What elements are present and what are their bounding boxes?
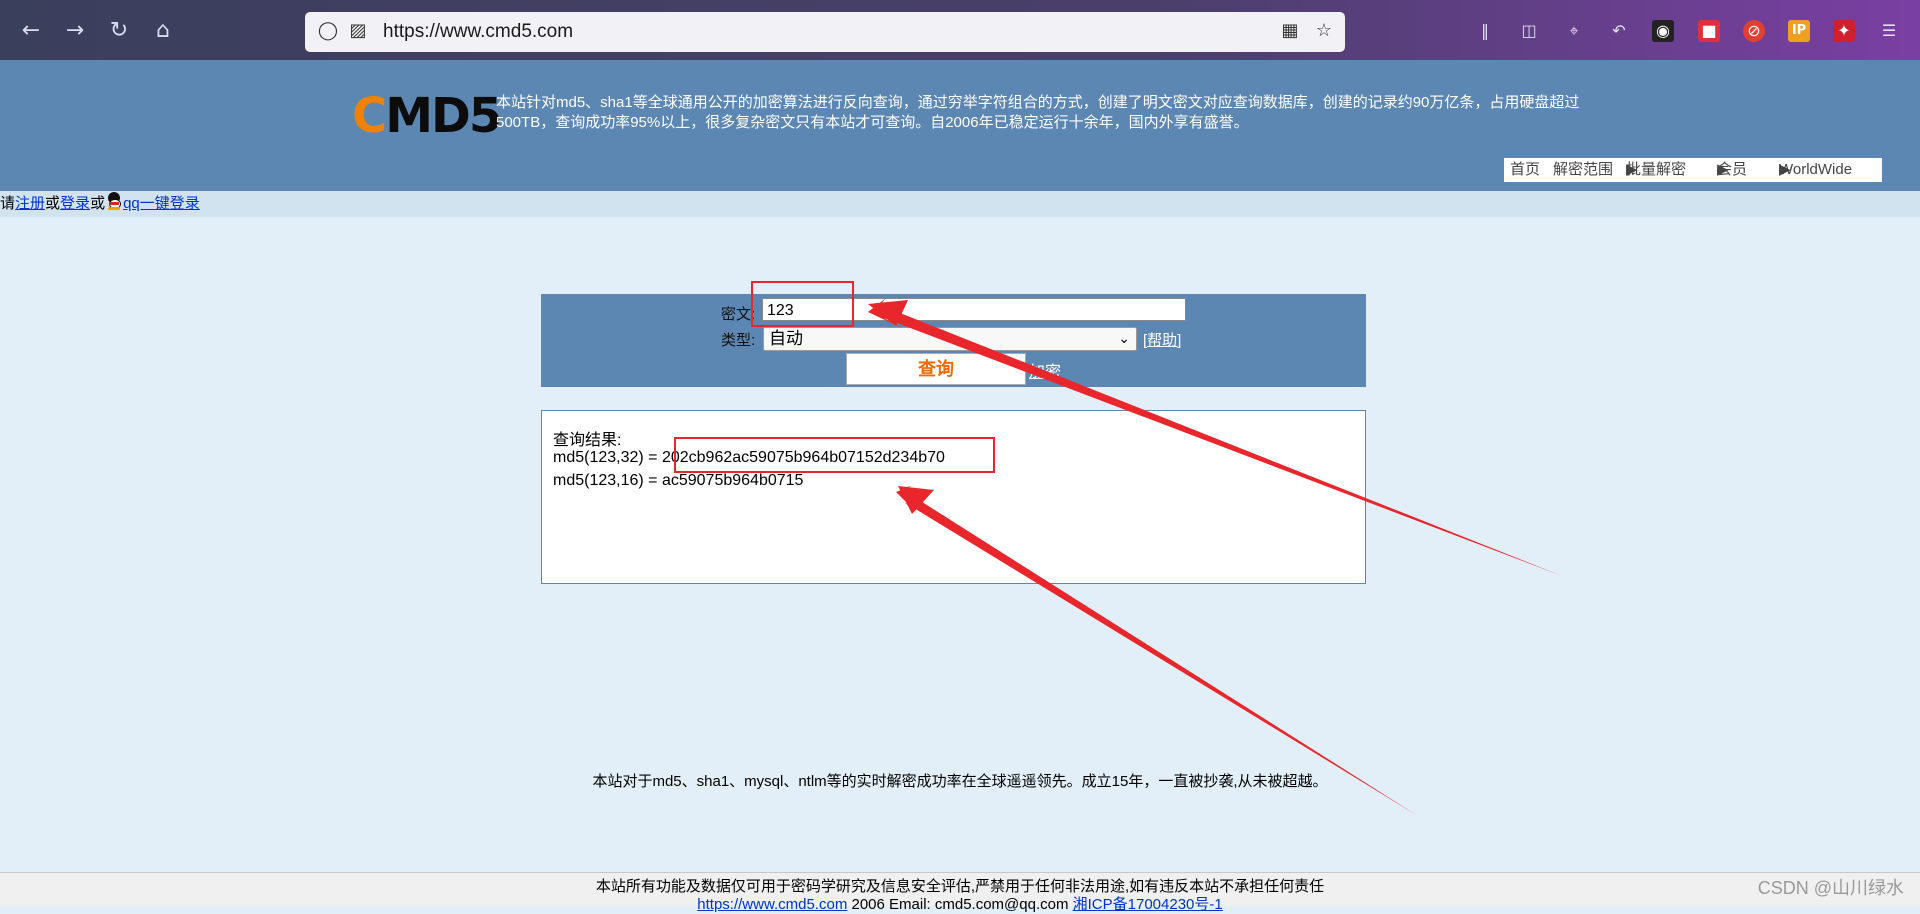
star-icon[interactable]: ☆	[1313, 20, 1335, 42]
footer: 本站所有功能及数据仅可用于密码学研究及信息安全评估,严禁用于任何非法用途,如有违…	[0, 872, 1920, 913]
caret-right-icon: ▶	[1717, 161, 1729, 178]
watermark: CSDN @山川绿水	[1757, 878, 1904, 898]
result-title: 查询结果:	[553, 432, 622, 449]
encrypt-link[interactable]: 加密	[1029, 358, 1061, 382]
caret-right-icon: ▶	[1626, 161, 1638, 178]
extension-icon[interactable]: ✦	[1833, 20, 1855, 42]
menu-icon[interactable]: ☰	[1878, 20, 1900, 42]
login-bar: 请注册或登录或 qq一键登录	[0, 191, 1920, 217]
help-link[interactable]: [帮助]	[1143, 329, 1181, 350]
back-icon[interactable]: ←	[18, 18, 44, 44]
type-label: 类型:	[721, 332, 756, 349]
extension-icon[interactable]: ■	[1698, 20, 1720, 42]
extension-icon[interactable]: ⊘	[1743, 20, 1765, 42]
caret-right-icon: ▶	[1779, 161, 1791, 178]
highlight-box-result	[674, 437, 995, 473]
site-intro: 本站针对md5、sha1等全球通用公开的加密算法进行反向查询，通过穷举字符组合的…	[496, 94, 1580, 131]
undo-icon[interactable]: ↶	[1608, 20, 1630, 42]
library-icon[interactable]: ‖	[1474, 20, 1496, 42]
browser-toolbar: ← → ↻ ⌂ ◯ ▨ https://www.cmd5.com ▦ ☆ ‖ ◫…	[0, 0, 1920, 60]
query-button[interactable]: 查询	[846, 353, 1026, 385]
site-logo[interactable]: CMD5	[352, 90, 502, 142]
forward-icon[interactable]: →	[62, 18, 88, 44]
type-select[interactable]: 自动 ⌄	[763, 327, 1137, 351]
ip-icon[interactable]: IP	[1788, 20, 1810, 42]
crop-icon[interactable]: ⌖	[1563, 20, 1585, 42]
register-link[interactable]: 注册	[15, 195, 45, 212]
reload-icon[interactable]: ↻	[106, 18, 132, 44]
nav-home[interactable]: 首页	[1510, 158, 1540, 182]
top-nav: 首页 解密范围 批量解密 ▶ 会员 ▶ WorldWide ▶	[1504, 158, 1882, 182]
extension-icon[interactable]: ◉	[1652, 20, 1674, 42]
address-bar[interactable]: ◯ ▨ https://www.cmd5.com ▦ ☆	[305, 12, 1345, 52]
lock-icon[interactable]: ▨	[347, 20, 369, 42]
result-md5-16: md5(123,16) = ac59075b964b0715	[553, 472, 804, 489]
highlight-box-input	[751, 281, 854, 327]
nav-scope[interactable]: 解密范围	[1553, 158, 1613, 182]
qq-login-link[interactable]: qq一键登录	[123, 195, 200, 212]
bottom-note: 本站对于md5、sha1、mysql、ntlm等的实时解密成功率在全球遥遥领先。…	[592, 773, 1328, 790]
url-text[interactable]: https://www.cmd5.com	[383, 21, 573, 43]
sidebar-icon[interactable]: ◫	[1518, 20, 1540, 42]
footer-links: https://www.cmd5.com 2006 Email: cmd5.co…	[697, 896, 1223, 913]
query-form: 密文: 123 类型: 自动 ⌄ [帮助] 查询 加密	[541, 294, 1366, 387]
qq-penguin-icon[interactable]	[107, 192, 122, 210]
qr-code-icon[interactable]: ▦	[1279, 20, 1301, 42]
home-icon[interactable]: ⌂	[150, 18, 176, 44]
site-header: CMD5 本站针对md5、sha1等全球通用公开的加密算法进行反向查询，通过穷举…	[0, 60, 1920, 191]
shield-icon[interactable]: ◯	[317, 20, 339, 42]
chevron-down-icon: ⌄	[1118, 331, 1130, 347]
login-link[interactable]: 登录	[60, 195, 90, 212]
